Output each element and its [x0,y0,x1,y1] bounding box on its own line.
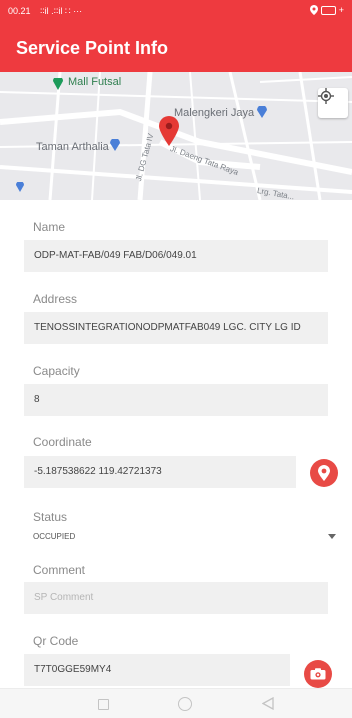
home-icon[interactable] [178,697,192,711]
chevron-down-icon[interactable] [328,534,336,539]
back-icon[interactable] [262,697,274,710]
my-location-button[interactable] [318,88,348,118]
mall-place-icon [53,78,63,90]
coordinate-field[interactable]: -5.187538622 119.42721373 [24,456,296,488]
place-icon [110,139,120,151]
map-label-malengkeri: Malengkeri Jaya [174,107,255,119]
address-value: TENOSSINTEGRATIONODPMATFAB049 LGC. CITY … [34,322,301,333]
app-bar: Service Point Info [0,24,352,72]
comment-label: Comment [33,563,86,577]
coordinate-label: Coordinate [33,435,92,449]
map-marker-icon[interactable] [159,116,179,146]
place-icon [16,182,24,192]
status-label: Status [33,510,68,524]
map-label-mall: Mall Futsal [68,76,122,88]
comment-input[interactable]: SP Comment [24,582,328,614]
signal-indicators: ∶∶il .∶∶il ∷ ··· [40,6,83,16]
status-right: + [309,5,344,15]
status-bar: 00.21 ∶∶il .∶∶il ∷ ··· + [0,0,352,24]
qr-code-label: Qr Code [33,634,79,648]
location-status-icon [309,5,318,15]
qr-code-value: T7T0GGE59MY4 [34,664,112,675]
charging-icon: + [338,5,344,15]
map-view[interactable]: Mall Futsal Malengkeri Jaya Taman Arthal… [0,72,352,200]
status-time: 00.21 [8,6,31,16]
battery-icon [320,5,336,15]
coordinate-value: -5.187538622 119.42721373 [34,466,162,477]
capacity-field[interactable]: 8 [24,384,328,416]
comment-placeholder: SP Comment [34,592,94,603]
qr-code-field[interactable]: T7T0GGE59MY4 [24,654,290,686]
name-field[interactable]: ODP-MAT-FAB/049 FAB/D06/049.01 [24,240,328,272]
scan-qr-button[interactable] [304,660,332,688]
page-title: Service Point Info [16,38,169,58]
status-select[interactable]: OCCUPIED [33,532,75,541]
recent-apps-icon[interactable] [98,699,109,710]
address-field[interactable]: TENOSSINTEGRATIONODPMATFAB049 LGC. CITY … [24,312,328,344]
camera-icon [310,668,326,680]
pick-location-button[interactable] [310,459,338,487]
name-value: ODP-MAT-FAB/049 FAB/D06/049.01 [34,250,197,261]
capacity-label: Capacity [33,364,80,378]
map-pin-icon [318,465,330,481]
place-icon [257,106,267,118]
map-label-taman: Taman Arthalia [36,141,109,153]
address-label: Address [33,292,78,306]
capacity-value: 8 [34,394,40,405]
name-label: Name [33,220,66,234]
crosshair-icon [318,88,334,104]
system-nav-bar [0,688,352,718]
